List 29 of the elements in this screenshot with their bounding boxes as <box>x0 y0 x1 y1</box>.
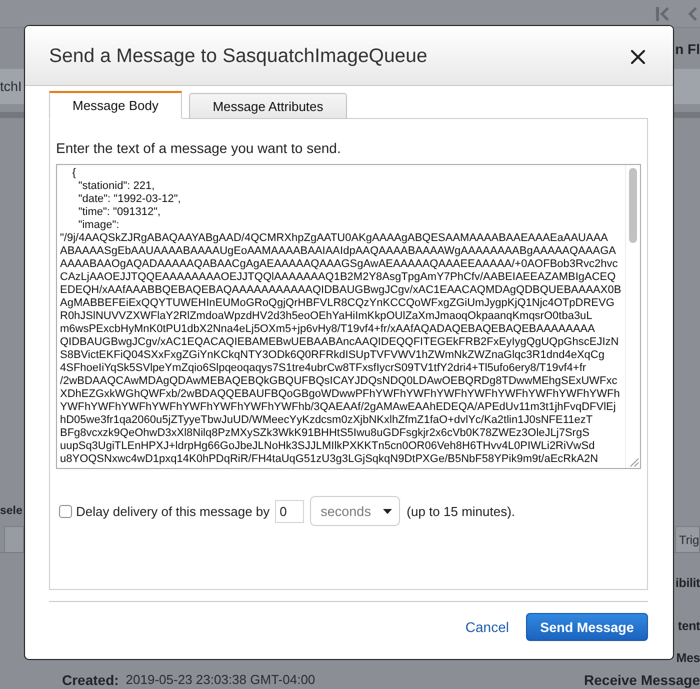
page-tab[interactable] <box>4 526 24 552</box>
scrollbar-thumb[interactable] <box>629 168 637 243</box>
delay-checkbox[interactable] <box>59 504 72 518</box>
delay-unit-select[interactable]: seconds <box>310 496 400 526</box>
caret-icon <box>382 508 392 514</box>
created-label: Created: <box>62 672 119 688</box>
detail-label: tent <box>678 619 700 633</box>
queue-name-text: tchI <box>0 79 22 94</box>
tab[interactable]: Message Attributes <box>189 93 347 119</box>
page-heading-text: n Fl <box>675 40 700 56</box>
first-page-icon[interactable] <box>656 6 669 20</box>
delay-amount-field[interactable]: 0 <box>274 500 304 522</box>
detail-label: Mes <box>676 651 700 665</box>
chevron-left-icon[interactable] <box>688 6 697 20</box>
instruction-text: Enter the text of a message you want to send. <box>56 140 342 157</box>
section-label: sele <box>0 505 22 517</box>
message-body-field[interactable]: { "stationid": 221, "date": "1992-03-12", "time": "091312", "image": "/9j/4AAQSkZJRgABAQAAYABgAAD/4QCMRXhpZgAATU0AKgAAAAgABQESAAMAAAABAAEAAAEaAAUAAA ABAAAASgEbAAUAAAABAAAAUgEoAAMAAAABAAIAAIdpAAQAAAABAAAAWgAAAAAAAABgAAAAAQAAAGA AAAABAAOgAQADAAAAAQABAACgAgAEAAAAAQAAAGSgAwAEAAAAAQAAAEEAAAAA/+0AOFBob3Rvc2hvc CAzLjAAOEJJTQQEAAAAAAAAOEJJTQQlAAAAAAAQ1B2M2Y8AsgTpgAmY7PhCfv/AABEIAEEAZAMBIgACEQ EDEQH/xAAfAAABBQEBAQEBAQAAAAAAAAAAAQIDBAUGBwgJCgv/xAC1EAACAQMDAgQDBQUEBAAAAX0B AgMABBEFEiExQQYTUWEHInEUMoGRoQgjQrHBFVLR8CQzYnKCCQoWFxgZGiUmJygpKjQ1Njc4OTpDREVG R0hJSlNUVVZXWFlaY2RlZmdoaWpzdHV2d3h5eoOEhYaHiImKkpOUlZaXmJmaoqOkpaanqKmqsrO0tba3uL m6wsPExcbHyMnK0tPU1dbX2Nna4eLj5OXm5+jp6vHy8/T19vf4+fr/xAAfAQADAQEBAQEBAQEBAAAAAAAA QIDBAUGBwgJCgv/xAC1EQACAQIEBAMEBwUEBAABAncAAQIDEQQFITEGEkFRB2FxEyIygQgUQpGhscEJIzN S8BVictEKFiQ04SXxFxgZGiYnKCkqNTY3ODk6Q0RFRkdISUpTVFVWV1hZWmNkZWZnaGlqc3R1dnd4eXqCg 4SFhoeIiYqSk5SVlpeYmZqio6Slpqeoqaqys7S1tre4ubrCw8TFxsfIycrS09TV1tfY2dri4+Tl5ufo6ery8/T19vf4+fr /2wBDAAQCAwMDAgQDAwMEBAQEBQkGBQUFBQsICAYJDQsNDQ0LDAwOEBQRDg8TDwwMEhgSExUWFxc XDhEZGxkWGhQWFxb/2wBDAQQEBAUFBQoGBgoWDwwPFhYWFhYWFhYWFhYWFhYWFhYWFhYWFhYWFh YWFhYWFhYWFhYWFhYWFhYWFhYWFhYWFhb/3QAEAAf/2gAMAwEAAhEDEQA/APEdUv11m3t1jhFvqDFVlEj hD05we3fr1qa2060u5jZTyyeTbwJuUD/WMeecYyKzdcsm0zXjbNKxlhZfmZ1faO+dvlYc/Ka2tlin1J0sNFE11ezT BFg8vcxzk9QeOhwD3xXl8Nilq8PzMXySZk3WkK91BHHtS5Iwu8uGDFsgkjr2x6cVb0K78ZWEz3OleJLj7SrgS uupSq3UgiTLEnHPXJ+ldrpHg66GoJbeJLNoHk3SJJLMIlkPXKKTn5cn0OR06Veh8H6THvv4L0PIWLi2RiVwSd u8YOQSNxwc4wD1pxq14K0hPDqRiR/FH4taUqG51zU3g3LGjSqkqN9DtPXGe/B5NbF58YPik9m9t/aEcRkA2N <box>56 164 641 469</box>
cancel-link[interactable]: Cancel <box>465 619 509 635</box>
created-value: 2019-05-23 23:03:38 GMT-04:00 <box>126 672 316 687</box>
delay-label: Delay delivery of this message by <box>76 504 270 518</box>
detail-label: ibilit <box>676 576 700 590</box>
dialog-title: Send a Message to SasquatchImageQueue <box>49 45 428 68</box>
resize-grip-icon[interactable] <box>630 458 639 467</box>
page-tab[interactable]: Trig <box>675 526 700 552</box>
delay-note: (up to 15 minutes). <box>406 504 516 518</box>
tab[interactable]: Message Body <box>49 91 182 119</box>
detail-label: Receive Message <box>584 672 700 688</box>
send-message-button[interactable]: Send Message <box>526 613 648 641</box>
close-icon[interactable] <box>631 50 645 64</box>
